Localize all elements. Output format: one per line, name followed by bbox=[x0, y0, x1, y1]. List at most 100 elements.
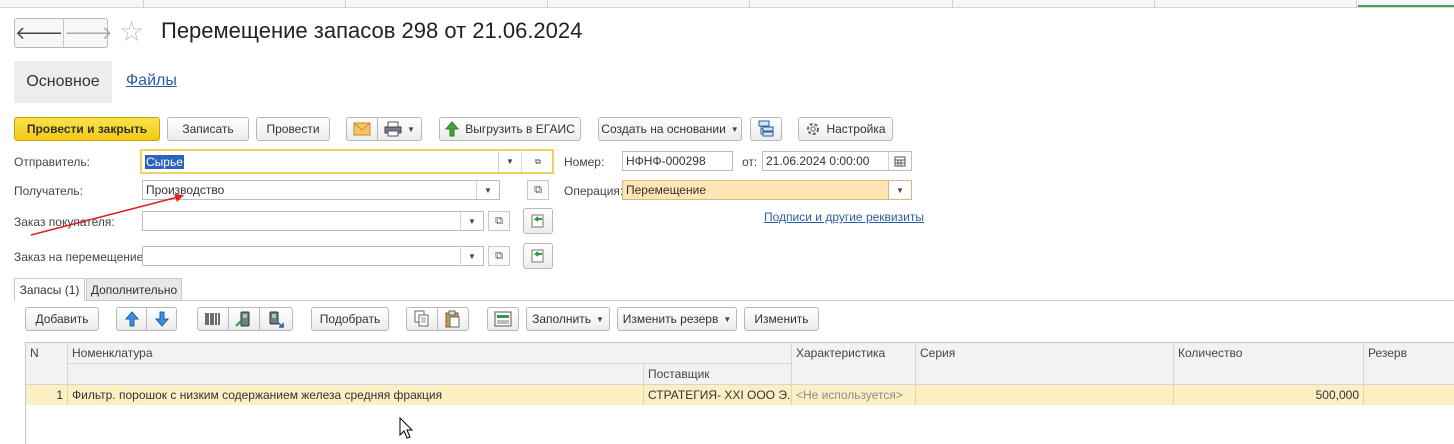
arrow-down-icon bbox=[154, 311, 169, 327]
open-icon: ⧉ bbox=[535, 156, 541, 166]
column-header-supplier[interactable]: Поставщик bbox=[644, 364, 792, 385]
move-down-button[interactable] bbox=[146, 307, 177, 331]
barcode-button[interactable] bbox=[197, 307, 229, 331]
fill-icon bbox=[494, 311, 512, 327]
column-header-blank bbox=[68, 364, 644, 385]
number-label: Номер: bbox=[564, 155, 605, 169]
change-reserve-button[interactable]: Изменить резерв ▼ bbox=[617, 307, 737, 331]
chevron-down-icon: ▼ bbox=[596, 314, 604, 324]
move-order-label: Заказ на перемещение: bbox=[14, 250, 147, 264]
mail-button[interactable] bbox=[346, 117, 378, 141]
calendar-icon bbox=[894, 156, 906, 167]
receiver-open-button[interactable]: ⧉ bbox=[527, 180, 549, 200]
settings-label: Настройка bbox=[826, 122, 886, 136]
post-and-close-button[interactable]: Провести и закрыть bbox=[14, 117, 160, 141]
cell-characteristic[interactable]: <Не используется> bbox=[792, 385, 916, 405]
chevron-down-icon: ▼ bbox=[468, 251, 476, 261]
chevron-down-icon: ▼ bbox=[506, 157, 514, 166]
cell-supplier[interactable]: СТРАТЕГИЯ- XXI ООО Э... bbox=[644, 385, 792, 405]
fill-label: Заполнить bbox=[532, 312, 591, 326]
history-nav: 🡐 🡒 bbox=[14, 18, 113, 48]
date-label: от: bbox=[742, 155, 758, 169]
table-row[interactable]: 1 Фильтр. порошок с низким содержанием ж… bbox=[26, 385, 1454, 405]
column-header-n[interactable]: N bbox=[26, 343, 68, 385]
calendar-button[interactable] bbox=[888, 152, 911, 170]
sender-field[interactable]: Сырье ▼ ⧉ bbox=[140, 149, 554, 174]
column-header-series[interactable]: Серия bbox=[916, 343, 1174, 385]
annotation-arrow bbox=[30, 194, 184, 236]
pick-button[interactable]: Подобрать bbox=[311, 307, 389, 331]
cell-quantity[interactable]: 500,000 bbox=[1174, 385, 1364, 405]
mail-icon bbox=[353, 122, 371, 136]
cell-nomenclature[interactable]: Фильтр. порошок с низким содержанием жел… bbox=[68, 385, 644, 405]
structure-icon bbox=[758, 120, 774, 137]
export-egais-button[interactable]: Выгрузить в ЕГАИС bbox=[439, 117, 581, 141]
customer-order-field[interactable]: ▼ bbox=[142, 211, 484, 231]
structure-button[interactable] bbox=[750, 117, 782, 141]
move-up-button[interactable] bbox=[116, 307, 147, 331]
column-header-nomenclature[interactable]: Номенклатура bbox=[68, 343, 792, 364]
receiver-dropdown[interactable]: ▼ bbox=[476, 181, 499, 199]
scanner-button[interactable] bbox=[228, 307, 260, 331]
cell-reserve[interactable] bbox=[1364, 385, 1454, 405]
stocks-table: N Номенклатура Поставщик Характеристика … bbox=[25, 342, 1454, 444]
customer-order-open-button[interactable]: ⧉ bbox=[488, 211, 510, 231]
copy-button[interactable] bbox=[406, 307, 438, 331]
cursor-icon bbox=[399, 417, 414, 439]
sender-open[interactable]: ⧉ bbox=[524, 151, 552, 172]
save-button[interactable]: Записать bbox=[167, 117, 249, 141]
number-field[interactable]: НФНФ-000298 bbox=[622, 151, 733, 171]
create-based-on-button[interactable]: Создать на основании ▼ bbox=[598, 117, 742, 141]
fill-button[interactable]: Заполнить ▼ bbox=[526, 307, 610, 331]
paste-icon bbox=[445, 310, 460, 328]
operation-field[interactable]: Перемещение ▼ bbox=[622, 180, 912, 200]
tab-stocks[interactable]: Запасы (1) bbox=[14, 278, 85, 301]
open-icon: ⧉ bbox=[534, 183, 542, 196]
change-button[interactable]: Изменить bbox=[744, 307, 819, 331]
chevron-down-icon: ▼ bbox=[896, 185, 904, 195]
open-icon: ⧉ bbox=[495, 214, 503, 227]
column-header-quantity[interactable]: Количество bbox=[1174, 343, 1364, 385]
tab-files[interactable]: Файлы bbox=[126, 72, 177, 90]
back-button[interactable]: 🡐 bbox=[15, 19, 63, 47]
move-order-open-button[interactable]: ⧉ bbox=[488, 246, 510, 266]
receiver-field[interactable]: Производство ▼ bbox=[142, 180, 500, 200]
operation-dropdown[interactable]: ▼ bbox=[888, 181, 911, 199]
chevron-down-icon: ▼ bbox=[484, 185, 492, 195]
operation-value: Перемещение bbox=[626, 183, 706, 197]
page-title: Перемещение запасов 298 от 21.06.2024 bbox=[161, 18, 583, 43]
settings-button[interactable]: Настройка bbox=[798, 117, 893, 141]
tab-main[interactable]: Основное bbox=[14, 61, 112, 103]
customer-order-dropdown[interactable]: ▼ bbox=[460, 212, 483, 230]
forward-button[interactable]: 🡒 bbox=[63, 19, 113, 47]
fill-table-button[interactable] bbox=[487, 307, 519, 331]
scanner-icon bbox=[269, 311, 284, 328]
print-button[interactable]: ▼ bbox=[377, 117, 422, 141]
move-order-field[interactable]: ▼ bbox=[142, 246, 484, 266]
cell-series[interactable] bbox=[916, 385, 1174, 405]
create-based-on-label: Создать на основании bbox=[601, 122, 726, 136]
sender-dropdown[interactable]: ▼ bbox=[498, 151, 522, 172]
date-field[interactable]: 21.06.2024 0:00:00 bbox=[762, 151, 912, 171]
add-row-button[interactable]: Добавить bbox=[25, 307, 99, 331]
move-order-fill-button[interactable] bbox=[523, 243, 553, 269]
arrow-left-icon: 🡐 bbox=[15, 22, 64, 43]
paste-button[interactable] bbox=[437, 307, 469, 331]
chevron-down-icon: ▼ bbox=[723, 314, 732, 324]
cell-n[interactable]: 1 bbox=[26, 385, 68, 405]
column-header-characteristic[interactable]: Характеристика bbox=[792, 343, 916, 385]
star-icon[interactable]: ☆ bbox=[119, 17, 144, 47]
scanner-load-button[interactable] bbox=[259, 307, 293, 331]
fill-from-icon bbox=[531, 214, 544, 228]
move-order-dropdown[interactable]: ▼ bbox=[460, 247, 483, 265]
customer-order-fill-button[interactable] bbox=[523, 208, 553, 234]
gear-icon bbox=[807, 123, 820, 135]
window-tabs-strip bbox=[0, 0, 1454, 8]
copy-icon bbox=[414, 310, 429, 327]
column-header-reserve[interactable]: Резерв bbox=[1364, 343, 1454, 385]
chevron-down-icon: ▼ bbox=[407, 124, 415, 134]
date-value: 21.06.2024 0:00:00 bbox=[766, 154, 870, 168]
post-button[interactable]: Провести bbox=[256, 117, 330, 141]
signatures-link[interactable]: Подписи и другие реквизиты bbox=[764, 210, 924, 224]
tab-additional[interactable]: Дополнительно bbox=[86, 278, 182, 300]
